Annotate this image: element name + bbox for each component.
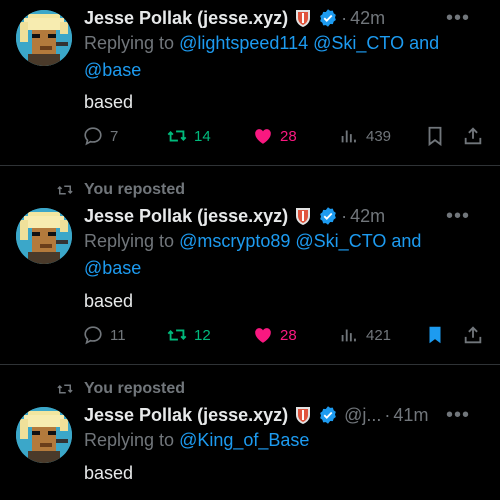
- author-name[interactable]: Jesse Pollak (jesse.xyz): [84, 206, 288, 227]
- replying-to: Replying to @mscrypto89 @Ski_CTO and @ba…: [84, 228, 474, 282]
- avatar[interactable]: [16, 208, 72, 264]
- share-button[interactable]: [462, 323, 490, 347]
- repost-icon: [57, 384, 73, 394]
- verified-icon: [320, 406, 336, 424]
- more-options-button[interactable]: •••: [446, 205, 470, 228]
- views-icon: [341, 329, 356, 342]
- tweet-header: Jesse Pollak (jesse.xyz) · 42m •••: [84, 204, 488, 228]
- repost-context: You reposted: [56, 180, 185, 200]
- replying-to: Replying to @King_of_Base: [84, 427, 474, 454]
- share-icon: [464, 127, 482, 145]
- avatar[interactable]: [16, 10, 72, 66]
- repost-count: 12: [194, 326, 211, 344]
- verified-icon: [320, 207, 336, 225]
- tweet[interactable]: You reposted Jesse Pollak (jesse.xyz) · …: [0, 166, 500, 364]
- bookmark-button[interactable]: [424, 323, 452, 347]
- reply-icon: [84, 326, 102, 345]
- and-word[interactable]: and: [409, 33, 439, 53]
- reply-icon: [84, 127, 102, 146]
- bookmark-icon: [428, 126, 442, 147]
- replying-to: Replying to @lightspeed114 @Ski_CTO and …: [84, 30, 474, 84]
- more-options-button[interactable]: •••: [446, 7, 470, 30]
- bookmark-icon: [429, 326, 441, 344]
- mention-link[interactable]: @lightspeed114: [179, 33, 308, 53]
- repost-label[interactable]: You reposted: [84, 181, 185, 199]
- author-name[interactable]: Jesse Pollak (jesse.xyz): [84, 8, 288, 29]
- avatar[interactable]: [16, 407, 72, 463]
- like-count: 28: [280, 326, 297, 344]
- views-button[interactable]: 421: [338, 323, 391, 347]
- view-count: 421: [366, 326, 392, 344]
- heart-icon: [255, 129, 271, 144]
- repost-button[interactable]: 14: [166, 124, 211, 148]
- action-bar: 11 12 28 421: [82, 323, 492, 347]
- view-count: 439: [366, 127, 392, 145]
- tweet-header: Jesse Pollak (jesse.xyz) @j... · 41m •••: [84, 403, 488, 427]
- bookmark-button[interactable]: [424, 124, 452, 148]
- mention-link[interactable]: @King_of_Base: [179, 430, 309, 450]
- tweet-text: based: [84, 92, 134, 112]
- repost-button[interactable]: 12: [166, 323, 211, 347]
- tweet-header: Jesse Pollak (jesse.xyz) · 42m •••: [84, 6, 488, 30]
- more-options-button[interactable]: •••: [446, 404, 470, 427]
- reply-count: 7: [110, 127, 119, 145]
- shield-badge-icon: [296, 10, 311, 27]
- repost-icon: [167, 329, 187, 341]
- separator-dot: ·: [341, 7, 348, 28]
- tweet[interactable]: Jesse Pollak (jesse.xyz) · 42m ••• Reply…: [0, 0, 500, 165]
- like-count: 28: [280, 127, 297, 145]
- author-handle[interactable]: @j...: [344, 405, 381, 426]
- repost-count: 14: [194, 127, 211, 145]
- repost-label[interactable]: You reposted: [84, 380, 185, 398]
- timestamp[interactable]: 42m: [350, 8, 385, 29]
- separator-dot: ·: [384, 404, 391, 425]
- repost-icon: [57, 185, 73, 195]
- author-name[interactable]: Jesse Pollak (jesse.xyz): [84, 405, 288, 426]
- views-icon: [341, 130, 356, 143]
- repost-icon: [167, 130, 187, 142]
- share-button[interactable]: [462, 124, 490, 148]
- timestamp[interactable]: 42m: [350, 206, 385, 227]
- mention-link[interactable]: @base: [84, 60, 141, 80]
- reply-button[interactable]: 11: [82, 323, 126, 347]
- shield-badge-icon: [296, 208, 311, 225]
- views-button[interactable]: 439: [338, 124, 391, 148]
- repost-context: You reposted: [56, 379, 185, 399]
- action-bar: 7 14 28 439: [82, 124, 492, 148]
- shield-badge-icon: [296, 407, 311, 424]
- heart-icon: [255, 328, 271, 343]
- and-word[interactable]: and: [391, 231, 421, 251]
- replying-label: Replying to: [84, 231, 175, 251]
- reply-count: 11: [110, 326, 126, 344]
- tweet-text: based: [84, 463, 134, 483]
- timestamp[interactable]: 41m: [393, 405, 428, 426]
- mention-link[interactable]: @mscrypto89: [179, 231, 290, 251]
- reply-button[interactable]: 7: [82, 124, 118, 148]
- mention-link[interactable]: @Ski_CTO: [313, 33, 404, 53]
- replying-label: Replying to: [84, 33, 175, 53]
- tweet-text: based: [84, 291, 134, 311]
- share-icon: [464, 326, 482, 344]
- verified-icon: [320, 9, 336, 27]
- mention-link[interactable]: @base: [84, 258, 141, 278]
- mention-link[interactable]: @Ski_CTO: [295, 231, 386, 251]
- like-button[interactable]: 28: [252, 124, 297, 148]
- tweet[interactable]: You reposted Jesse Pollak (jesse.xyz) @j…: [0, 365, 500, 500]
- separator-dot: ·: [341, 205, 348, 226]
- like-button[interactable]: 28: [252, 323, 297, 347]
- replying-label: Replying to: [84, 430, 175, 450]
